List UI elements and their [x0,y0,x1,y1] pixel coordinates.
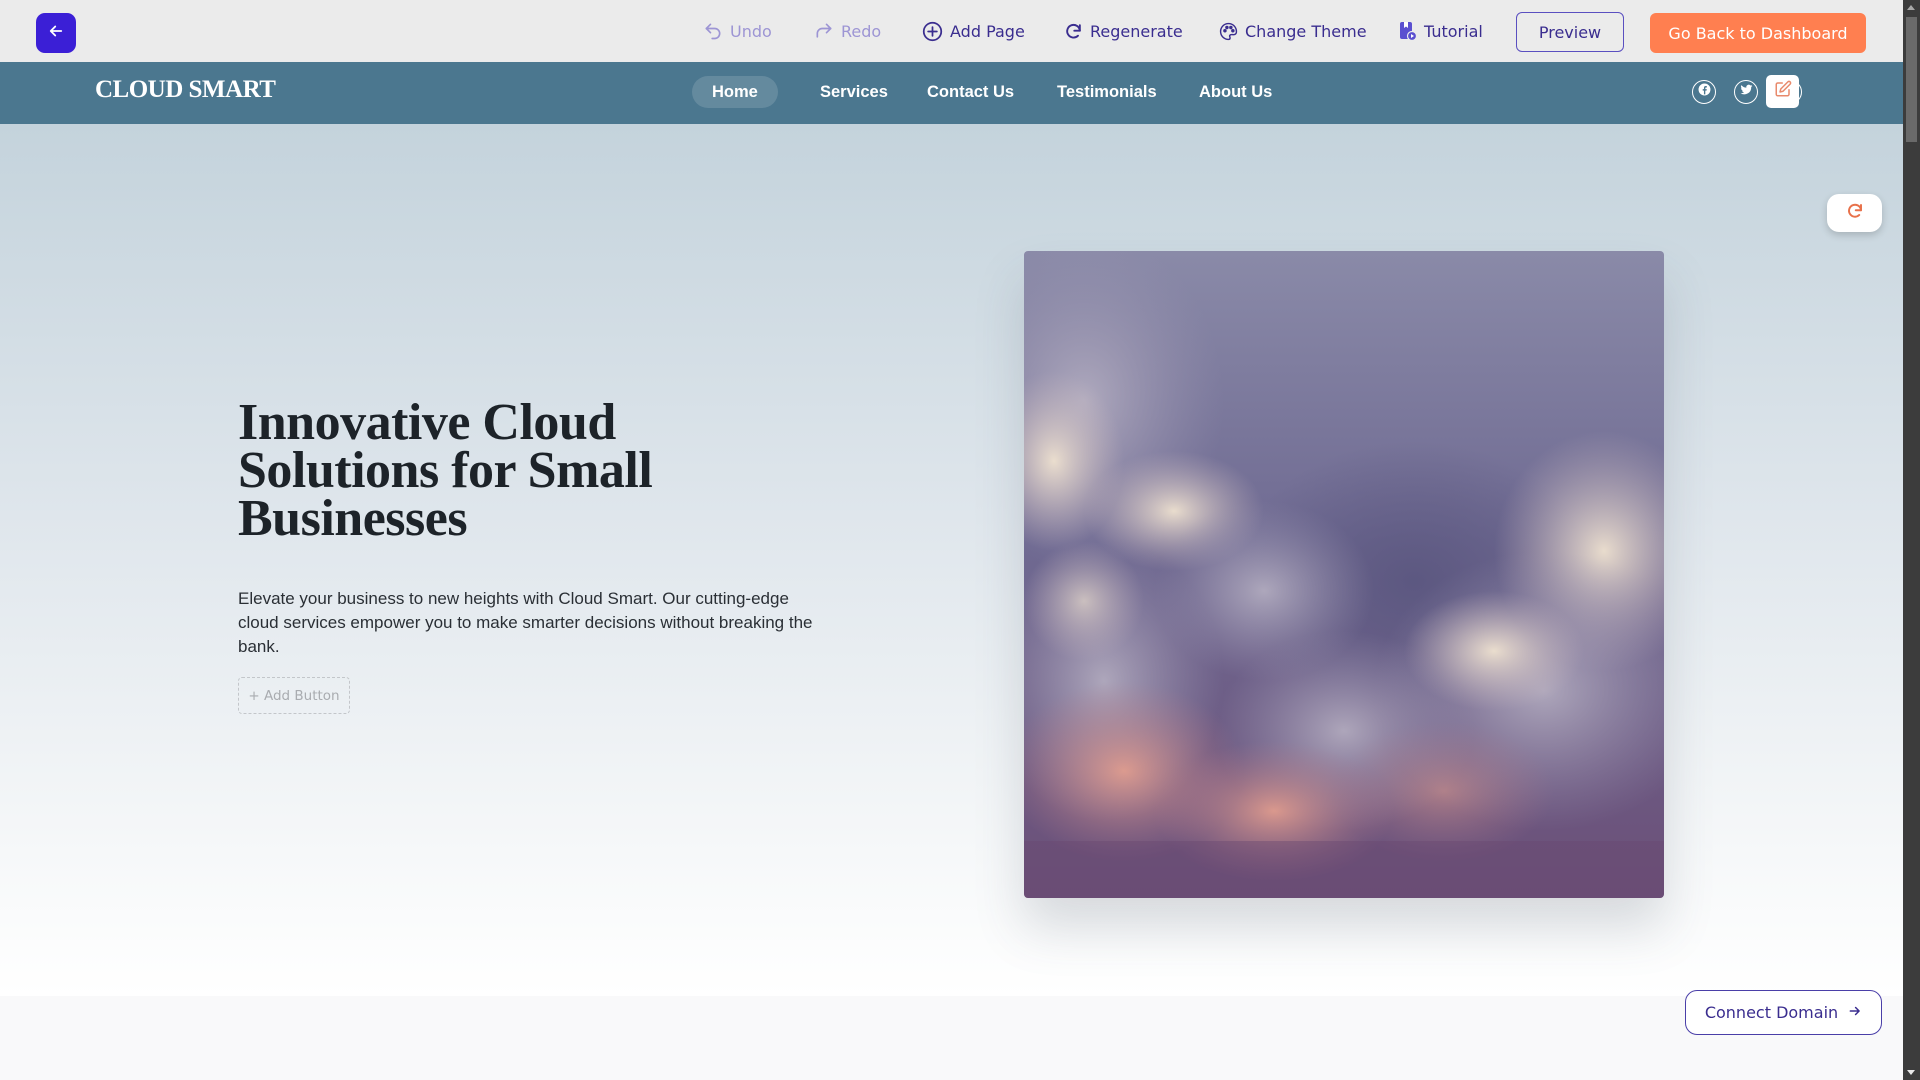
tutorial-label: Tutorial [1424,21,1483,41]
regenerate-icon [1064,22,1083,41]
undo-label: Undo [730,21,772,41]
connect-domain-button[interactable]: Connect Domain [1685,990,1882,1035]
tutorial-icon [1399,21,1417,41]
nav-about-us[interactable]: About Us [1199,76,1272,108]
editor-toolbar: Undo Redo Add Page Regenerate Change The… [0,0,1903,62]
hero-description[interactable]: Elevate your business to new heights wit… [238,587,813,659]
undo-button[interactable]: Undo [703,0,772,62]
add-button[interactable]: + Add Button [238,677,350,714]
nav-testimonials[interactable]: Testimonials [1057,76,1157,108]
site-logo[interactable]: CLOUD SMART [95,62,276,118]
hero-image[interactable] [1024,251,1664,898]
edit-social-button[interactable] [1766,75,1799,108]
back-button[interactable] [36,13,76,53]
redo-icon [814,21,834,41]
regenerate-section-button[interactable] [1827,194,1882,232]
scroll-thumb[interactable] [1906,17,1917,142]
scroll-down-arrow-icon[interactable] [1907,1070,1915,1075]
hero-title[interactable]: Innovative Cloud Solutions for Small Bus… [238,397,758,545]
tutorial-button[interactable]: Tutorial [1399,0,1483,62]
nav-contact-us[interactable]: Contact Us [927,76,1014,108]
palette-icon [1219,22,1238,41]
page-scrollbar[interactable] [1903,0,1920,1080]
facebook-icon [1698,83,1711,101]
next-section [0,996,1903,1080]
twitter-icon [1740,83,1753,101]
arrow-left-icon [47,22,65,45]
scroll-up-arrow-icon[interactable] [1907,5,1915,10]
redo-label: Redo [841,21,882,41]
go-back-to-dashboard-button[interactable]: Go Back to Dashboard [1650,13,1866,53]
nav-services[interactable]: Services [820,76,888,108]
arrow-right-icon [1848,1003,1862,1022]
regenerate-label: Regenerate [1090,21,1183,41]
change-theme-button[interactable]: Change Theme [1219,0,1367,62]
redo-button[interactable]: Redo [814,0,881,62]
site-navbar: CLOUD SMART Home Services Contact Us Tes… [0,62,1903,124]
refresh-icon [1846,202,1864,225]
add-page-label: Add Page [950,21,1025,41]
nav-home[interactable]: Home [692,76,778,108]
connect-domain-label: Connect Domain [1704,1003,1839,1022]
hero-section: Innovative Cloud Solutions for Small Bus… [0,124,1903,996]
plus-circle-icon [922,21,943,42]
preview-button[interactable]: Preview [1516,12,1624,52]
twitter-link[interactable] [1734,80,1758,104]
regenerate-button[interactable]: Regenerate [1064,0,1183,62]
undo-icon [703,21,723,41]
change-theme-label: Change Theme [1245,21,1367,41]
edit-icon [1774,80,1792,103]
clouds-image [1024,251,1664,898]
facebook-link[interactable] [1692,80,1716,104]
add-page-button[interactable]: Add Page [922,0,1025,62]
